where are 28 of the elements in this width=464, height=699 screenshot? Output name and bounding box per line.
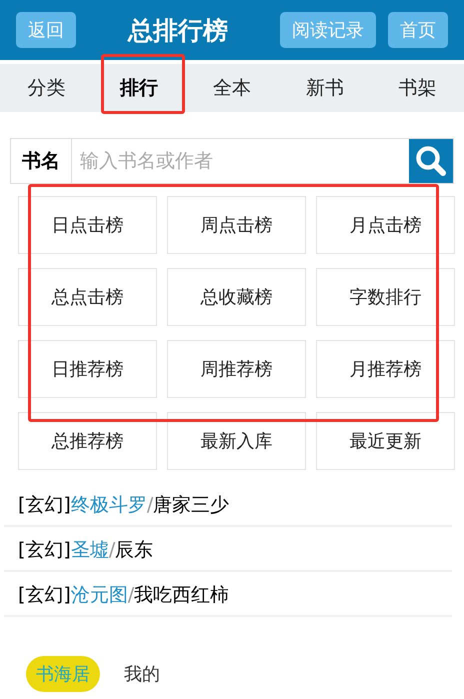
nav-tab[interactable]: 新书	[278, 64, 372, 112]
ranking-button[interactable]: 字数排行	[316, 268, 455, 326]
nav-tab[interactable]: 全本	[186, 64, 278, 112]
book-title-link[interactable]: 沧元图	[70, 584, 128, 606]
ranking-button[interactable]: 周点击榜	[167, 196, 306, 254]
ranking-button[interactable]: 月推荐榜	[316, 340, 455, 398]
nav-tab[interactable]: 分类	[0, 64, 93, 112]
book-entry: [玄幻]圣墟/辰东	[18, 538, 154, 563]
footer-tab[interactable]: 我的	[114, 656, 170, 692]
ranking-button[interactable]: 月点击榜	[316, 196, 455, 254]
ranking-button[interactable]: 周推荐榜	[167, 340, 306, 398]
search-bar[interactable]: 书名 输入书名或作者	[10, 138, 454, 184]
book-entry: [玄幻]沧元图/我吃西红柿	[18, 583, 230, 608]
ranking-button[interactable]: 日点击榜	[18, 196, 157, 254]
nav-tab[interactable]: 书架	[371, 64, 464, 112]
book-title-link[interactable]: 圣墟	[70, 539, 109, 561]
ranking-button[interactable]: 最新入库	[167, 412, 306, 470]
book-entry: [玄幻]终极斗罗/唐家三少	[18, 493, 230, 518]
ranking-button[interactable]: 总推荐榜	[18, 412, 157, 470]
book-title-link[interactable]: 终极斗罗	[70, 494, 147, 516]
ranking-button[interactable]: 最近更新	[316, 412, 455, 470]
nav-tab[interactable]: 排行	[92, 64, 186, 112]
ranking-button[interactable]: 日推荐榜	[18, 340, 157, 398]
page-title: 总排行榜	[126, 14, 229, 46]
ranking-button[interactable]: 总点击榜	[18, 268, 157, 326]
search-button[interactable]	[409, 139, 453, 183]
search-icon	[415, 145, 447, 177]
ranking-button[interactable]: 总收藏榜	[167, 268, 306, 326]
